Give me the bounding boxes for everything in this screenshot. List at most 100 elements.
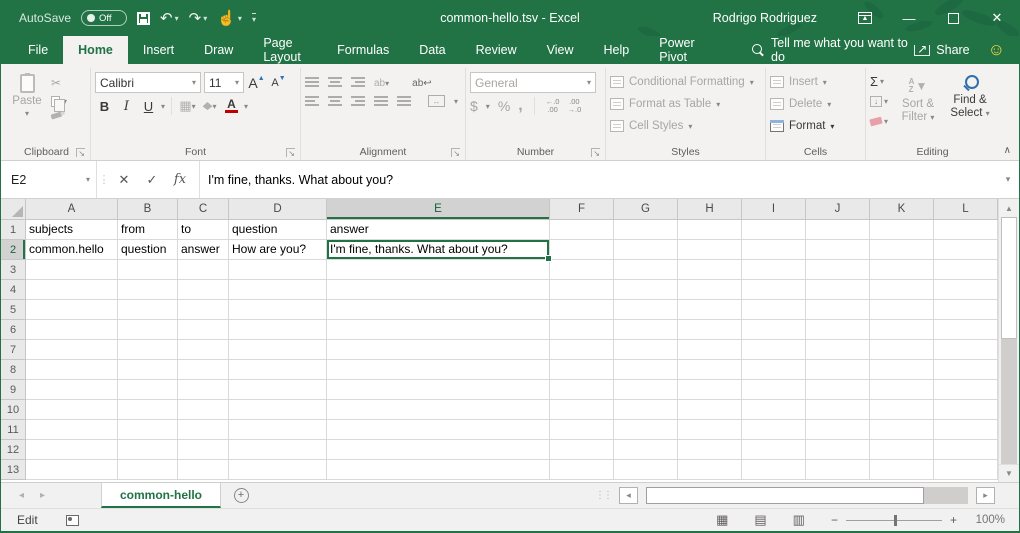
cell-I11[interactable] (742, 420, 806, 440)
tab-insert[interactable]: Insert (128, 36, 189, 64)
format-as-table-button[interactable]: Format as Table ▾ (610, 95, 761, 113)
cell-L8[interactable] (934, 360, 998, 380)
cell-C10[interactable] (178, 400, 229, 420)
align-right-icon[interactable] (351, 96, 365, 106)
cell-J5[interactable] (806, 300, 870, 320)
cell-C1[interactable]: to (178, 220, 229, 240)
clipboard-dialog-launcher-icon[interactable]: ↘ (76, 148, 85, 157)
cell-E8[interactable] (327, 360, 550, 380)
tab-help[interactable]: Help (589, 36, 645, 64)
enter-button[interactable]: ✓ (139, 172, 165, 188)
cell-H2[interactable] (678, 240, 742, 260)
zoom-out-button[interactable]: − (831, 513, 838, 527)
row-header-10[interactable]: 10 (1, 400, 26, 420)
cell-A13[interactable] (26, 460, 118, 480)
cell-H3[interactable] (678, 260, 742, 280)
col-header-L[interactable]: L (934, 199, 998, 220)
cell-B7[interactable] (118, 340, 178, 360)
cell-E3[interactable] (327, 260, 550, 280)
cell-B4[interactable] (118, 280, 178, 300)
cell-A2[interactable]: common.hello (26, 240, 118, 260)
cell-E7[interactable] (327, 340, 550, 360)
cell-F5[interactable] (550, 300, 614, 320)
close-button[interactable]: ✕ (975, 0, 1019, 36)
cell-B10[interactable] (118, 400, 178, 420)
normal-view-button[interactable]: ▦ (716, 512, 728, 528)
cell-L12[interactable] (934, 440, 998, 460)
cell-B3[interactable] (118, 260, 178, 280)
zoom-level[interactable]: 100% (965, 514, 1005, 526)
cell-L4[interactable] (934, 280, 998, 300)
row-header-4[interactable]: 4 (1, 280, 26, 300)
col-header-A[interactable]: A (26, 199, 118, 220)
cell-D12[interactable] (229, 440, 327, 460)
cell-A7[interactable] (26, 340, 118, 360)
align-center-icon[interactable] (328, 96, 342, 106)
row-header-3[interactable]: 3 (1, 260, 26, 280)
cell-C7[interactable] (178, 340, 229, 360)
bold-button[interactable]: B (95, 96, 114, 116)
accounting-format-button[interactable]: $ (470, 98, 478, 114)
col-header-I[interactable]: I (742, 199, 806, 220)
cell-E4[interactable] (327, 280, 550, 300)
cell-K9[interactable] (870, 380, 934, 400)
zoom-slider[interactable] (846, 520, 942, 521)
cell-B2[interactable]: question (118, 240, 178, 260)
cell-H12[interactable] (678, 440, 742, 460)
cell-J3[interactable] (806, 260, 870, 280)
paste-button[interactable]: Paste ▾ (7, 70, 47, 143)
cell-H8[interactable] (678, 360, 742, 380)
cell-D6[interactable] (229, 320, 327, 340)
align-middle-icon[interactable] (328, 77, 342, 87)
col-header-F[interactable]: F (550, 199, 614, 220)
cell-K7[interactable] (870, 340, 934, 360)
sort-filter-button[interactable]: AZ ▼ Sort & Filter ▾ (896, 73, 940, 143)
align-top-icon[interactable] (305, 77, 319, 87)
font-dialog-launcher-icon[interactable]: ↘ (286, 148, 295, 157)
cell-C8[interactable] (178, 360, 229, 380)
cell-G9[interactable] (614, 380, 678, 400)
cell-I9[interactable] (742, 380, 806, 400)
cell-J1[interactable] (806, 220, 870, 240)
cell-J6[interactable] (806, 320, 870, 340)
tab-data[interactable]: Data (404, 36, 460, 64)
tab-draw[interactable]: Draw (189, 36, 248, 64)
cell-E1[interactable]: answer (327, 220, 550, 240)
formula-input[interactable]: I'm fine, thanks. What about you? (200, 161, 997, 198)
align-left-icon[interactable] (305, 96, 319, 106)
alignment-dialog-launcher-icon[interactable]: ↘ (451, 148, 460, 157)
find-select-button[interactable]: Find & Select ▾ (948, 73, 992, 143)
cell-I13[interactable] (742, 460, 806, 480)
cell-E2[interactable]: I'm fine, thanks. What about you? (327, 240, 550, 260)
cell-D1[interactable]: question (229, 220, 327, 240)
share-button[interactable]: ↗ Share (914, 43, 969, 57)
cell-D11[interactable] (229, 420, 327, 440)
cell-B12[interactable] (118, 440, 178, 460)
col-header-C[interactable]: C (178, 199, 229, 220)
cell-I1[interactable] (742, 220, 806, 240)
tab-file[interactable]: File (13, 36, 63, 64)
page-break-view-button[interactable]: ▥ (793, 512, 805, 528)
macro-record-icon[interactable] (66, 515, 79, 526)
feedback-smiley-icon[interactable]: ☺ (988, 40, 1005, 60)
collapse-ribbon-icon[interactable]: ∧ (1004, 145, 1011, 156)
cell-C13[interactable] (178, 460, 229, 480)
cell-A4[interactable] (26, 280, 118, 300)
row-header-12[interactable]: 12 (1, 440, 26, 460)
clear-button[interactable]: ▾ (870, 113, 888, 130)
cell-G11[interactable] (614, 420, 678, 440)
cell-G1[interactable] (614, 220, 678, 240)
cell-A10[interactable] (26, 400, 118, 420)
cell-L6[interactable] (934, 320, 998, 340)
cell-H10[interactable] (678, 400, 742, 420)
format-painter-button[interactable] (51, 113, 67, 118)
font-name-combo[interactable]: Calibri ▾ (95, 72, 201, 93)
cell-D2[interactable]: How are you? (229, 240, 327, 260)
vertical-scrollbar[interactable]: ▲ ▼ (998, 199, 1019, 482)
cell-D9[interactable] (229, 380, 327, 400)
percent-style-button[interactable]: % (498, 98, 510, 114)
cell-K3[interactable] (870, 260, 934, 280)
cell-A12[interactable] (26, 440, 118, 460)
cell-F1[interactable] (550, 220, 614, 240)
delete-cells-button[interactable]: Delete ▾ (770, 95, 861, 113)
